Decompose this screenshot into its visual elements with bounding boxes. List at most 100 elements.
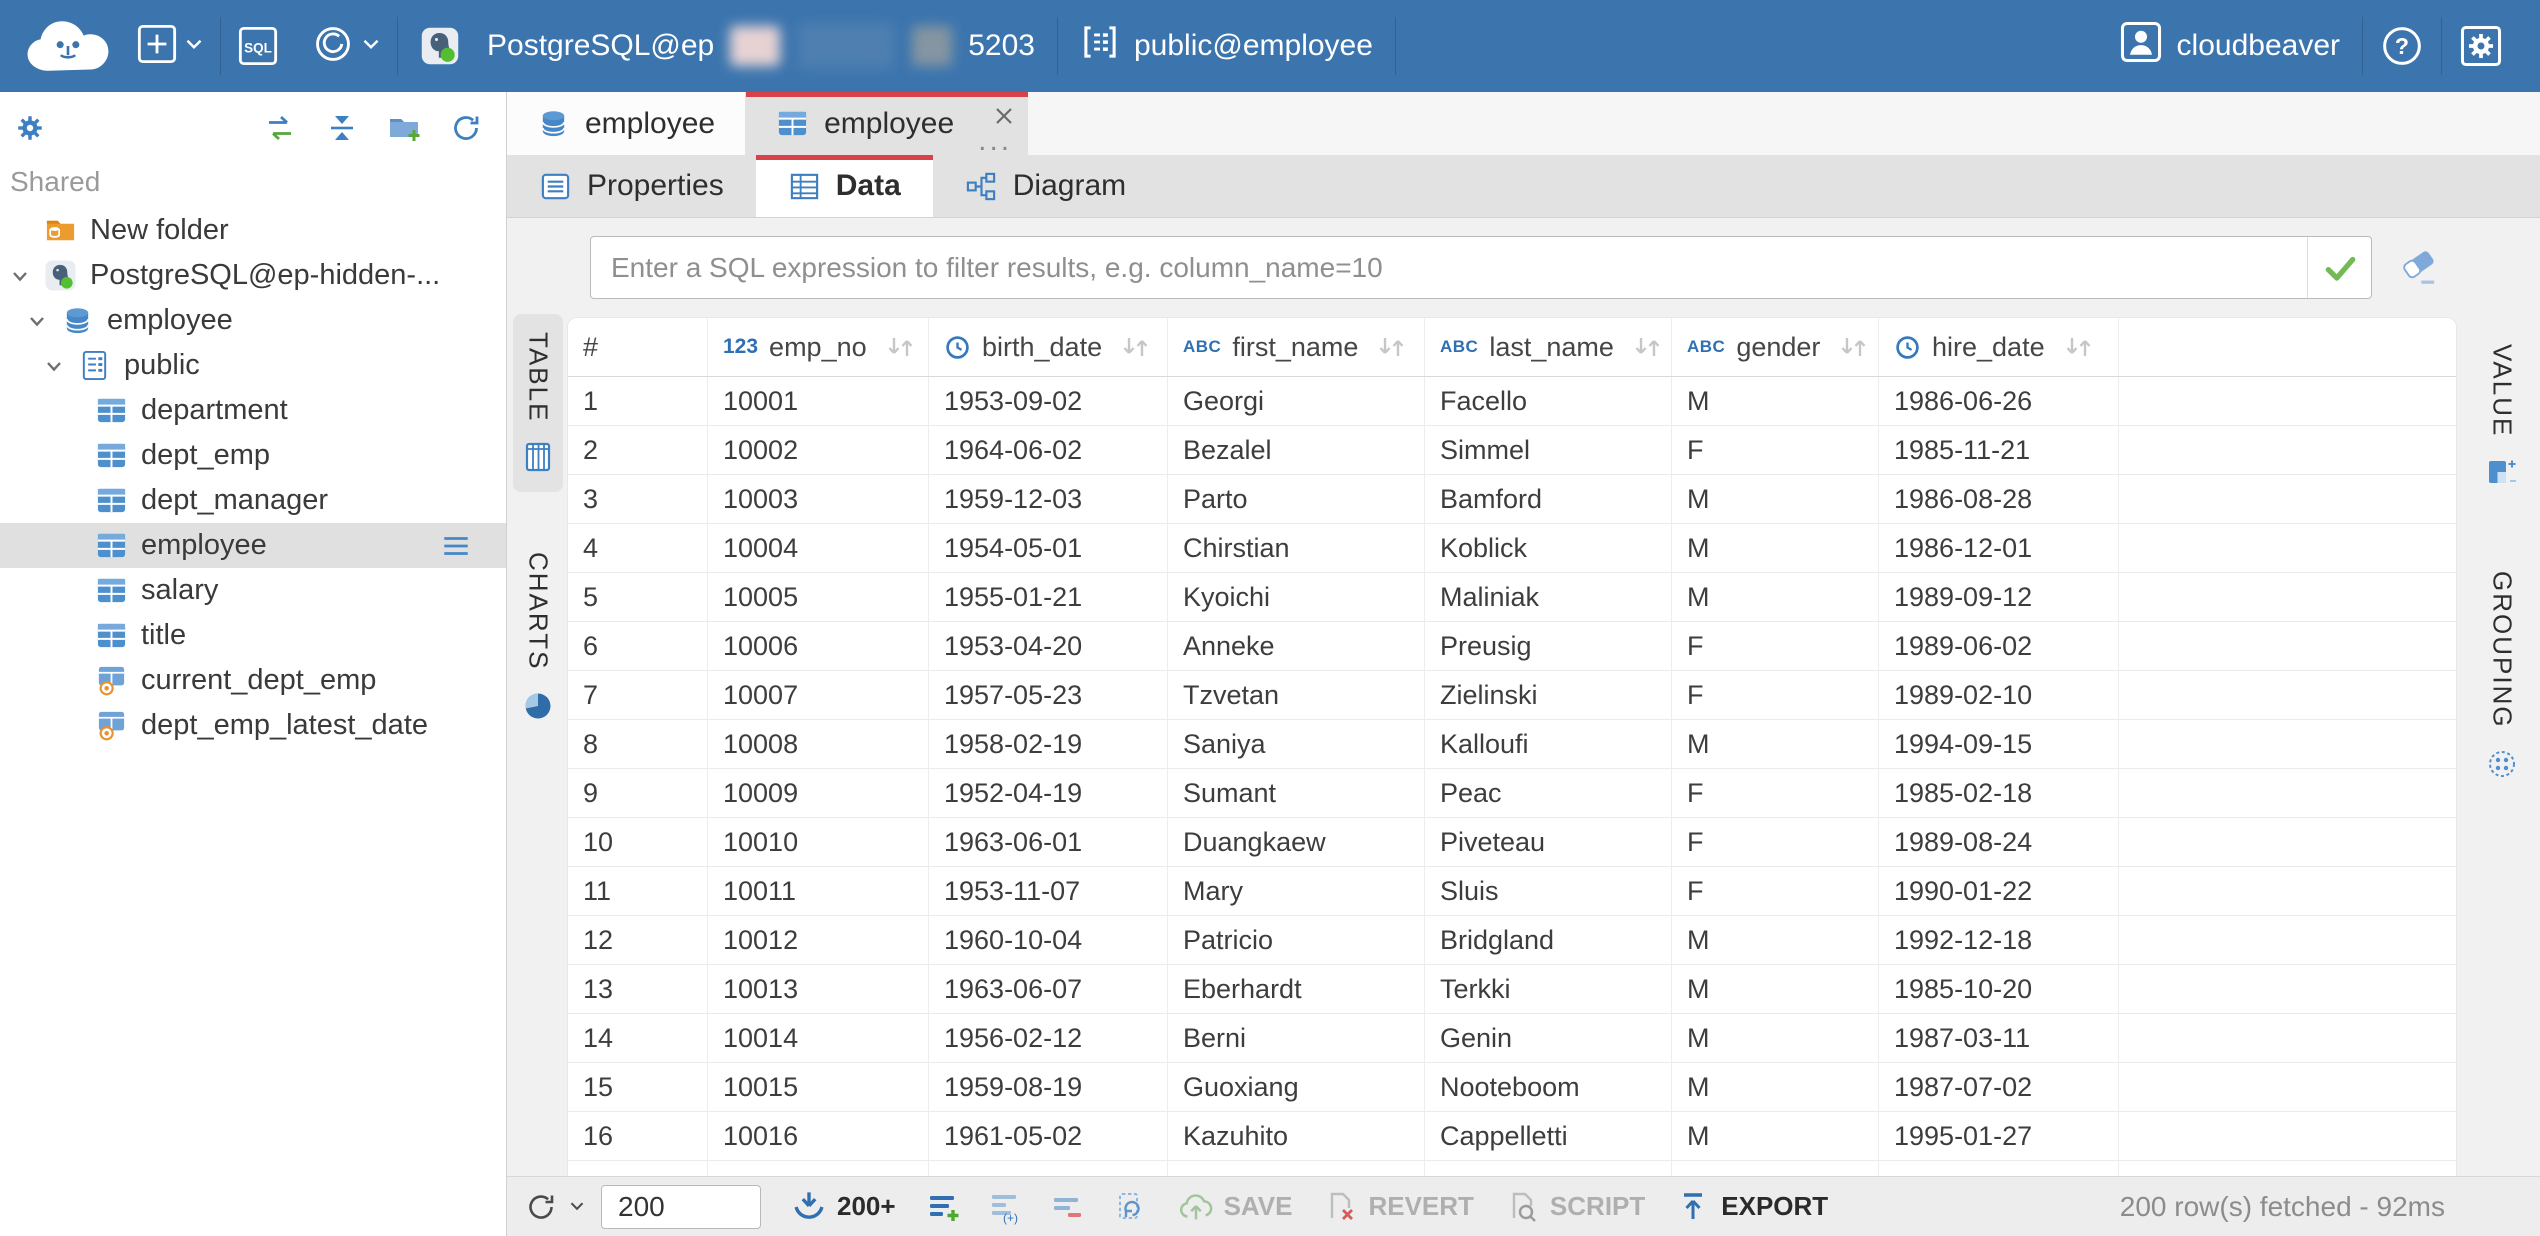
table-cell[interactable]: F <box>1672 426 1879 474</box>
table-cell[interactable]: Nooteboom <box>1425 1063 1672 1111</box>
table-cell[interactable]: Parto <box>1168 475 1425 523</box>
column-header-last_name[interactable]: ABClast_name <box>1425 318 1672 376</box>
tab-value-panel[interactable]: VALUE <box>2477 326 2527 507</box>
column-header-first_name[interactable]: ABCfirst_name <box>1168 318 1425 376</box>
cloudbeaver-logo-icon[interactable] <box>16 13 120 79</box>
table-cell[interactable]: 10001 <box>708 377 929 425</box>
connection-selector[interactable]: PostgreSQL@ep5203 <box>398 0 1057 92</box>
table-cell[interactable] <box>1672 1161 1879 1176</box>
row-number-cell[interactable]: 12 <box>568 916 708 964</box>
table-cell[interactable]: Georgi <box>1168 377 1425 425</box>
table-cell[interactable]: M <box>1672 720 1879 768</box>
sort-arrows-icon[interactable] <box>883 334 917 360</box>
help-button[interactable]: ? <box>2363 0 2441 92</box>
table-cell[interactable]: 1960-10-04 <box>929 916 1168 964</box>
table-cell[interactable]: 1957-05-23 <box>929 671 1168 719</box>
table-cell[interactable]: Kyoichi <box>1168 573 1425 621</box>
row-number-cell[interactable]: 4 <box>568 524 708 572</box>
row-number-cell[interactable]: 6 <box>568 622 708 670</box>
table-cell[interactable]: 10007 <box>708 671 929 719</box>
tree-item-dept_emp_latest_date[interactable]: dept_emp_latest_date <box>0 703 506 748</box>
table-cell[interactable]: 1955-01-21 <box>929 573 1168 621</box>
table-cell[interactable]: M <box>1672 1112 1879 1160</box>
table-cell[interactable]: F <box>1672 769 1879 817</box>
table-cell[interactable]: F <box>1672 671 1879 719</box>
table-cell[interactable]: Tzvetan <box>1168 671 1425 719</box>
column-header-birth_date[interactable]: birth_date <box>929 318 1168 376</box>
table-cell[interactable] <box>1879 1161 2119 1176</box>
table-cell[interactable]: 1953-11-07 <box>929 867 1168 915</box>
table-cell[interactable]: 1956-02-12 <box>929 1014 1168 1062</box>
sort-arrows-icon[interactable] <box>1836 334 1870 360</box>
table-cell[interactable]: 1985-11-21 <box>1879 426 2119 474</box>
save-button[interactable]: SAVE <box>1178 1189 1293 1225</box>
tree-item-salary[interactable]: salary <box>0 568 506 613</box>
add-row-icon[interactable] <box>926 1189 962 1225</box>
table-cell[interactable]: 1986-06-26 <box>1879 377 2119 425</box>
row-limit-input[interactable] <box>601 1185 761 1229</box>
table-cell[interactable]: 1952-04-19 <box>929 769 1168 817</box>
row-number-cell[interactable]: 3 <box>568 475 708 523</box>
clear-filter-eraser-icon[interactable] <box>2398 246 2440 288</box>
link-with-editor-icon[interactable] <box>262 110 298 146</box>
table-cell[interactable]: Eberhardt <box>1168 965 1425 1013</box>
tree-item-dept_manager[interactable]: dept_manager <box>0 478 506 523</box>
row-number-cell[interactable]: 9 <box>568 769 708 817</box>
row-number-cell[interactable]: 1 <box>568 377 708 425</box>
sql-editor-button[interactable]: SQL <box>221 0 295 92</box>
table-cell[interactable]: Piveteau <box>1425 818 1672 866</box>
tree-item-postgresql-ep-hidden-[interactable]: PostgreSQL@ep-hidden-... <box>0 253 506 298</box>
table-cell[interactable]: Koblick <box>1425 524 1672 572</box>
tab-employee-table[interactable]: employee ... <box>746 92 1028 155</box>
row-number-header[interactable]: # <box>568 318 708 376</box>
new-object-button[interactable] <box>120 0 220 92</box>
table-cell[interactable]: Sumant <box>1168 769 1425 817</box>
table-cell[interactable]: Maliniak <box>1425 573 1672 621</box>
table-cell[interactable]: 1987-03-11 <box>1879 1014 2119 1062</box>
table-cell[interactable]: M <box>1672 377 1879 425</box>
sort-arrows-icon[interactable] <box>1118 334 1152 360</box>
table-cell[interactable]: Peac <box>1425 769 1672 817</box>
column-header-emp_no[interactable]: 123emp_no <box>708 318 929 376</box>
refresh-tree-icon[interactable] <box>448 110 484 146</box>
export-button[interactable]: EXPORT <box>1675 1189 1828 1225</box>
tree-item-title[interactable]: title <box>0 613 506 658</box>
table-cell[interactable]: 10014 <box>708 1014 929 1062</box>
row-number-cell[interactable]: 15 <box>568 1063 708 1111</box>
tab-employee-database[interactable]: employee <box>507 92 746 155</box>
table-cell[interactable]: F <box>1672 867 1879 915</box>
driver-manager-button[interactable] <box>295 0 397 92</box>
table-cell[interactable]: Bezalel <box>1168 426 1425 474</box>
table-cell[interactable]: 10004 <box>708 524 929 572</box>
table-cell[interactable]: 10010 <box>708 818 929 866</box>
apply-filter-button[interactable] <box>2307 237 2371 298</box>
table-cell[interactable]: Chirstian <box>1168 524 1425 572</box>
table-cell[interactable]: 1954-05-01 <box>929 524 1168 572</box>
column-header-gender[interactable]: ABCgender <box>1672 318 1879 376</box>
chevron-expanded-icon[interactable] <box>42 354 78 378</box>
table-cell[interactable]: Genin <box>1425 1014 1672 1062</box>
table-cell[interactable]: 1964-06-02 <box>929 426 1168 474</box>
table-cell[interactable]: Zielinski <box>1425 671 1672 719</box>
table-cell[interactable]: 1995-01-27 <box>1879 1112 2119 1160</box>
user-menu[interactable]: cloudbeaver <box>2097 0 2362 92</box>
row-number-cell[interactable]: 7 <box>568 671 708 719</box>
table-cell[interactable]: 1986-08-28 <box>1879 475 2119 523</box>
table-cell[interactable]: M <box>1672 475 1879 523</box>
sort-arrows-icon[interactable] <box>2061 334 2095 360</box>
table-cell[interactable]: M <box>1672 1014 1879 1062</box>
settings-button[interactable] <box>2442 0 2520 92</box>
table-cell[interactable]: 1989-09-12 <box>1879 573 2119 621</box>
table-cell[interactable]: Kalloufi <box>1425 720 1672 768</box>
row-number-cell[interactable]: 14 <box>568 1014 708 1062</box>
table-cell[interactable]: 10006 <box>708 622 929 670</box>
table-cell[interactable]: 1990-01-22 <box>1879 867 2119 915</box>
table-cell[interactable]: M <box>1672 573 1879 621</box>
table-cell[interactable]: 10002 <box>708 426 929 474</box>
table-cell[interactable]: Duangkaew <box>1168 818 1425 866</box>
tree-item-dept_emp[interactable]: dept_emp <box>0 433 506 478</box>
script-button[interactable]: SCRIPT <box>1504 1189 1645 1225</box>
table-cell[interactable]: Kazuhito <box>1168 1112 1425 1160</box>
table-cell[interactable]: Berni <box>1168 1014 1425 1062</box>
tab-diagram[interactable]: Diagram <box>933 155 1158 217</box>
